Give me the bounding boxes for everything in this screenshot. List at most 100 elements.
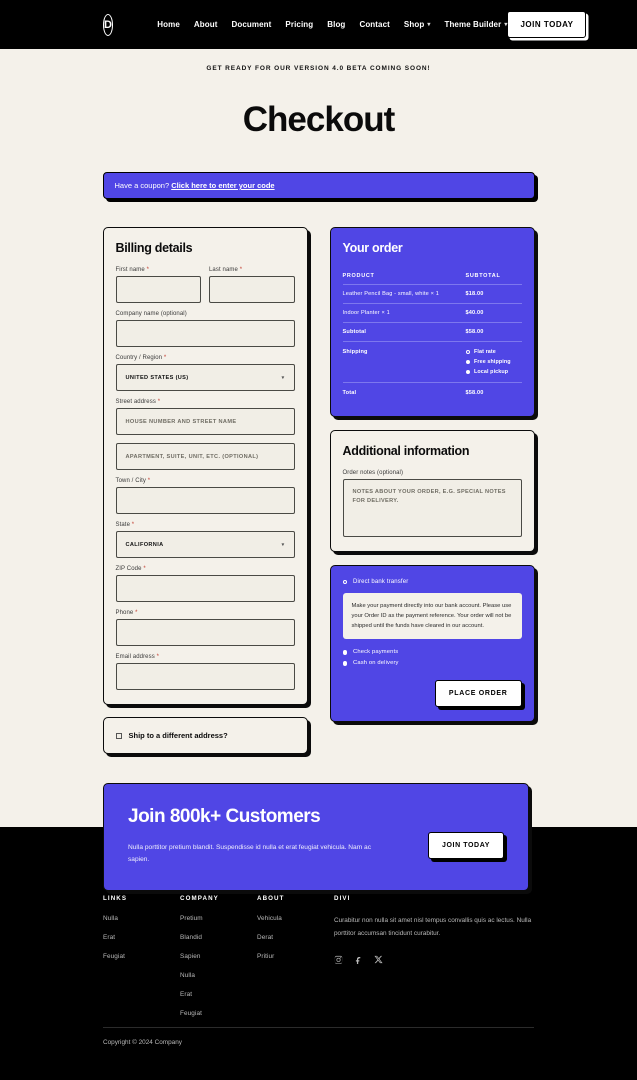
footer-column-links: LINKS Nulla Erat Feugiat xyxy=(103,895,180,1029)
nav-item-label: Pricing xyxy=(285,20,314,29)
ship-different-label: Ship to a different address? xyxy=(128,731,228,740)
footer-link[interactable]: Feugiat xyxy=(180,1010,257,1017)
footer-link[interactable]: Vehicula xyxy=(257,915,334,922)
nav-item-shop[interactable]: Shop ▾ xyxy=(404,20,431,29)
zip-field: ZIP Code * xyxy=(115,566,295,602)
nav-item-contact[interactable]: Contact xyxy=(359,20,389,29)
footer-link[interactable]: Derat xyxy=(257,934,334,941)
chevron-down-icon: ▾ xyxy=(504,21,508,28)
email-input[interactable] xyxy=(115,663,295,690)
main-navigation: Home About Document Pricing Blog Contact Shop ▾… xyxy=(157,20,507,29)
payment-option-label: Check payments xyxy=(353,649,399,656)
instagram-icon[interactable] xyxy=(334,955,343,964)
shipping-option-flat-rate[interactable]: Flat rate xyxy=(465,349,522,355)
x-icon[interactable] xyxy=(374,955,383,964)
order-subtotal-row: Subtotal $58.00 xyxy=(342,323,522,342)
site-header: D Home About Document Pricing Blog Contact Sho… xyxy=(0,0,637,49)
footer-link[interactable]: Blandid xyxy=(180,934,257,941)
nav-item-theme-builder[interactable]: Theme Builder ▾ xyxy=(444,20,507,29)
required-mark: * xyxy=(131,522,135,528)
coupon-link[interactable]: Click here to enter your code xyxy=(171,181,274,190)
place-order-wrap: PLACE ORDER xyxy=(343,680,522,708)
page-title: Checkout xyxy=(242,100,395,139)
ship-different-address-card[interactable]: Ship to a different address? xyxy=(102,717,308,754)
shipping-option-label: Local pickup xyxy=(474,369,509,375)
nav-item-pricing[interactable]: Pricing xyxy=(285,20,313,29)
email-field: Email address * xyxy=(115,654,295,690)
cta-description: Nulla porttitor pretium blandit. Suspend… xyxy=(128,844,371,864)
nav-item-about[interactable]: About xyxy=(194,20,218,29)
zip-label: ZIP Code * xyxy=(115,566,146,572)
nav-item-label: Contact xyxy=(359,20,390,29)
last-name-field: Last name * xyxy=(209,267,295,303)
radio-icon[interactable] xyxy=(465,369,470,375)
shipping-options: Flat rate Free shipping Local pickup xyxy=(465,349,522,375)
payment-option-cash-on-delivery[interactable]: Cash on delivery xyxy=(342,660,522,666)
cta-join-today-button[interactable]: JOIN TODAY xyxy=(427,832,504,859)
order-notes-textarea[interactable]: NOTES ABOUT YOUR ORDER, E.G. SPECIAL NOT… xyxy=(342,479,522,537)
radio-icon[interactable] xyxy=(342,650,347,655)
divi-logo-icon[interactable]: D xyxy=(103,13,114,36)
place-order-button[interactable]: PLACE ORDER xyxy=(434,680,522,708)
order-table: PRODUCT SUBTOTAL Leather Pencil Bag - sm… xyxy=(342,267,522,402)
radio-icon[interactable] xyxy=(465,349,470,355)
country-label: Country / Region * xyxy=(115,355,167,361)
footer-link[interactable]: Sapien xyxy=(180,953,257,960)
payment-description: Make your payment directly into our bank… xyxy=(342,593,522,640)
total-label: Total xyxy=(342,390,357,396)
footer-link[interactable]: Pritiur xyxy=(257,953,334,960)
ship-different-checkbox[interactable] xyxy=(115,732,122,739)
shipping-option-free-shipping[interactable]: Free shipping xyxy=(465,359,522,365)
footer-link[interactable]: Feugiat xyxy=(103,953,180,960)
announcement-bar: GET READY FOR OUR VERSION 4.0 BETA COMIN… xyxy=(206,65,431,72)
header-join-today-button[interactable]: JOIN TODAY xyxy=(507,11,587,38)
country-value: UNITED STATES (US) xyxy=(125,374,189,381)
required-mark: * xyxy=(163,355,167,361)
footer-link[interactable]: Nulla xyxy=(103,915,180,922)
footer-heading-divi: DIVI xyxy=(334,895,351,902)
footer-link[interactable]: Erat xyxy=(180,991,257,998)
last-name-label: Last name * xyxy=(209,267,243,273)
payment-option-check-payments[interactable]: Check payments xyxy=(342,649,522,656)
radio-icon[interactable] xyxy=(465,359,470,365)
shipping-option-label: Free shipping xyxy=(474,359,511,365)
street-address-2-input[interactable]: APARTMENT, SUITE, UNIT, ETC. (OPTIONAL) xyxy=(115,443,295,470)
zip-input[interactable] xyxy=(115,575,295,602)
footer-heading: ABOUT xyxy=(257,895,285,902)
order-total-row: Total $58.00 xyxy=(343,383,522,402)
phone-field: Phone * xyxy=(115,610,295,646)
nav-item-blog[interactable]: Blog xyxy=(327,20,345,29)
country-select[interactable]: UNITED STATES (US) ▾ xyxy=(115,364,295,391)
street-address-input[interactable]: HOUSE NUMBER AND STREET NAME xyxy=(115,408,295,435)
city-label: Town / City * xyxy=(115,478,151,484)
last-name-input[interactable] xyxy=(209,276,295,303)
nav-item-home[interactable]: Home xyxy=(157,20,180,29)
footer-link[interactable]: Erat xyxy=(103,934,180,941)
state-select[interactable]: CALIFORNIA ▾ xyxy=(115,531,295,558)
facebook-icon[interactable] xyxy=(354,955,363,964)
order-shipping-row: Shipping Flat rate Free shipping Local pic… xyxy=(342,342,522,383)
state-label: State * xyxy=(115,522,135,528)
phone-input[interactable] xyxy=(115,619,295,646)
required-mark: * xyxy=(146,267,150,273)
footer-link[interactable]: Nulla xyxy=(180,972,257,979)
nav-item-document[interactable]: Document xyxy=(232,20,272,29)
subtotal-value: $58.00 xyxy=(465,329,484,335)
footer-column-about: ABOUT Vehicula Derat Pritiur xyxy=(257,895,334,1029)
street-address-field: Street address * HOUSE NUMBER AND STREET… xyxy=(115,399,295,435)
shipping-option-local-pickup[interactable]: Local pickup xyxy=(465,369,522,375)
city-field: Town / City * xyxy=(115,478,295,514)
company-label: Company name (optional) xyxy=(115,311,187,317)
chevron-down-icon: ▾ xyxy=(281,541,285,548)
footer-link[interactable]: Pretium xyxy=(180,915,257,922)
required-mark: * xyxy=(135,610,138,616)
radio-icon[interactable] xyxy=(342,661,347,666)
radio-icon[interactable] xyxy=(342,579,347,585)
payment-option-direct-bank-transfer[interactable]: Direct bank transfer xyxy=(342,579,522,585)
order-item-name: Indoor Planter × 1 xyxy=(342,310,390,316)
city-input[interactable] xyxy=(115,487,295,514)
shipping-label: Shipping xyxy=(342,349,368,355)
cta-title: Join 800k+ Customers xyxy=(128,806,321,827)
first-name-input[interactable] xyxy=(115,276,201,303)
company-input[interactable] xyxy=(115,320,295,347)
